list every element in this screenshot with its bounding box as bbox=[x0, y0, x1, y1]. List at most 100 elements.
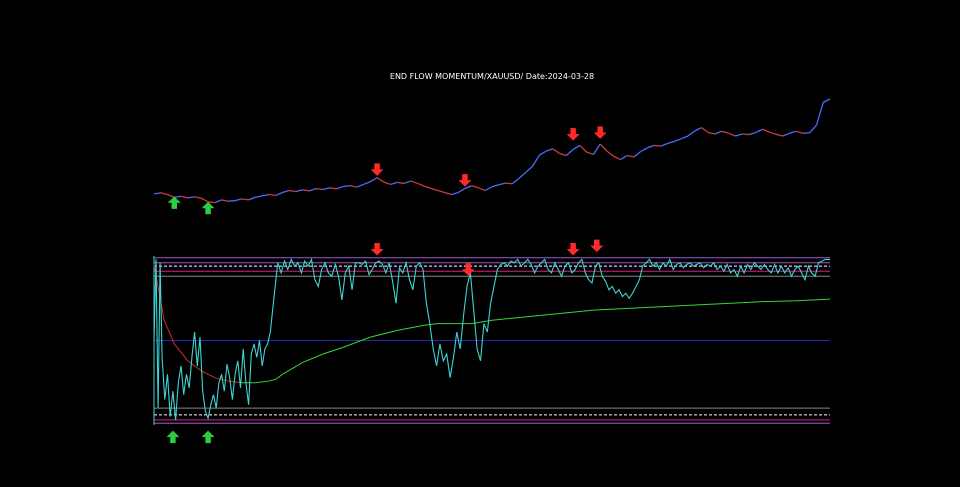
price-segment bbox=[633, 150, 642, 158]
price-panel bbox=[153, 98, 831, 215]
momentum-line bbox=[153, 257, 830, 421]
price-segment bbox=[457, 187, 466, 194]
price-segment bbox=[214, 199, 222, 204]
slow-signal-segment bbox=[187, 360, 202, 372]
price-segment bbox=[187, 196, 195, 199]
price-segment bbox=[397, 181, 405, 185]
price-segment bbox=[430, 187, 439, 192]
price-segment bbox=[762, 128, 770, 133]
slow-signal-segment bbox=[322, 346, 344, 355]
slow-signal-segment bbox=[343, 336, 371, 348]
price-segment bbox=[815, 102, 824, 126]
slow-signal-segment bbox=[255, 380, 269, 384]
price-segment bbox=[208, 201, 215, 204]
price-segment bbox=[586, 151, 594, 156]
sell-signal-arrow-icon bbox=[566, 242, 580, 256]
price-segment bbox=[228, 199, 236, 202]
price-segment bbox=[356, 183, 364, 188]
slow-signal-segment bbox=[525, 312, 560, 318]
price-segment bbox=[660, 142, 669, 147]
price-segment bbox=[363, 181, 371, 186]
slow-signal-segment bbox=[762, 300, 797, 303]
price-segment bbox=[248, 196, 256, 201]
price-segment bbox=[579, 144, 588, 153]
price-segment bbox=[437, 189, 445, 194]
price-segment bbox=[599, 143, 608, 152]
price-segment bbox=[262, 193, 270, 197]
price-segment bbox=[701, 127, 709, 134]
chart-stage: END FLOW MOMENTUM/XAUUSD/ Date:2024-03-2… bbox=[0, 0, 960, 487]
price-segment bbox=[424, 185, 432, 190]
price-segment bbox=[491, 184, 499, 188]
price-segment bbox=[552, 148, 560, 155]
slow-signal-segment bbox=[728, 301, 763, 304]
price-segment bbox=[268, 193, 276, 197]
sell-signal-arrow-icon bbox=[461, 263, 475, 276]
price-segment bbox=[289, 189, 297, 193]
slow-signal-segment bbox=[491, 316, 526, 321]
price-segment bbox=[809, 124, 817, 134]
slow-signal-segment bbox=[660, 304, 695, 308]
price-segment bbox=[255, 195, 263, 198]
price-segment bbox=[545, 148, 554, 152]
slow-signal-segment bbox=[796, 298, 831, 302]
price-segment bbox=[403, 180, 412, 185]
price-segment bbox=[484, 186, 493, 192]
slow-signal-segment bbox=[173, 343, 189, 362]
price-segment bbox=[234, 198, 243, 202]
slow-signal-segment bbox=[370, 329, 398, 338]
price-segment bbox=[708, 131, 716, 135]
price-segment bbox=[728, 132, 736, 137]
price-segment bbox=[201, 197, 209, 203]
price-segment bbox=[349, 185, 357, 188]
price-segment bbox=[654, 144, 662, 147]
price-segment bbox=[322, 187, 330, 191]
price-segment bbox=[620, 154, 628, 161]
price-segment bbox=[714, 130, 723, 135]
price-segment bbox=[302, 189, 310, 192]
price-segment bbox=[167, 193, 175, 198]
chart-title: END FLOW MOMENTUM/XAUUSD/ Date:2024-03-2… bbox=[390, 72, 594, 81]
price-segment bbox=[592, 143, 601, 155]
price-segment bbox=[444, 191, 452, 196]
price-segment bbox=[295, 189, 303, 193]
end-flow-chart: END FLOW MOMENTUM/XAUUSD/ Date:2024-03-2… bbox=[153, 72, 831, 444]
price-segment bbox=[410, 180, 418, 185]
price-segment bbox=[498, 182, 506, 186]
price-segment bbox=[343, 185, 351, 188]
price-segment bbox=[822, 98, 831, 103]
price-segment bbox=[275, 191, 283, 197]
price-segment bbox=[694, 127, 702, 132]
price-segment bbox=[667, 140, 675, 145]
price-segment bbox=[532, 154, 540, 167]
sell-signal-arrow-icon bbox=[370, 163, 384, 176]
buy-signal-arrow-icon bbox=[201, 201, 215, 215]
price-segment bbox=[221, 199, 229, 202]
price-segment bbox=[451, 191, 459, 196]
price-segment bbox=[721, 130, 729, 134]
price-segment bbox=[174, 195, 182, 198]
price-segment bbox=[505, 182, 513, 185]
price-segment bbox=[417, 182, 425, 187]
price-segment bbox=[518, 171, 527, 179]
price-segment bbox=[390, 181, 398, 186]
oscillator-panel bbox=[153, 239, 831, 444]
price-segment bbox=[627, 154, 635, 158]
price-segment bbox=[464, 185, 472, 190]
price-segment bbox=[775, 133, 783, 137]
price-segment bbox=[282, 189, 290, 194]
price-segment bbox=[782, 132, 790, 137]
slow-signal-segment bbox=[282, 362, 303, 375]
price-segment bbox=[160, 192, 168, 196]
sell-signal-arrow-icon bbox=[590, 239, 604, 253]
price-segment bbox=[336, 185, 344, 190]
slow-signal-segment bbox=[268, 378, 276, 382]
slow-signal-segment bbox=[214, 377, 229, 382]
slow-signal-segment bbox=[559, 309, 594, 314]
price-segment bbox=[559, 152, 567, 157]
price-segment bbox=[309, 187, 317, 192]
price-segment bbox=[755, 128, 763, 134]
price-segment bbox=[383, 181, 391, 186]
slow-signal-segment bbox=[397, 324, 425, 331]
price-segment bbox=[471, 185, 479, 189]
